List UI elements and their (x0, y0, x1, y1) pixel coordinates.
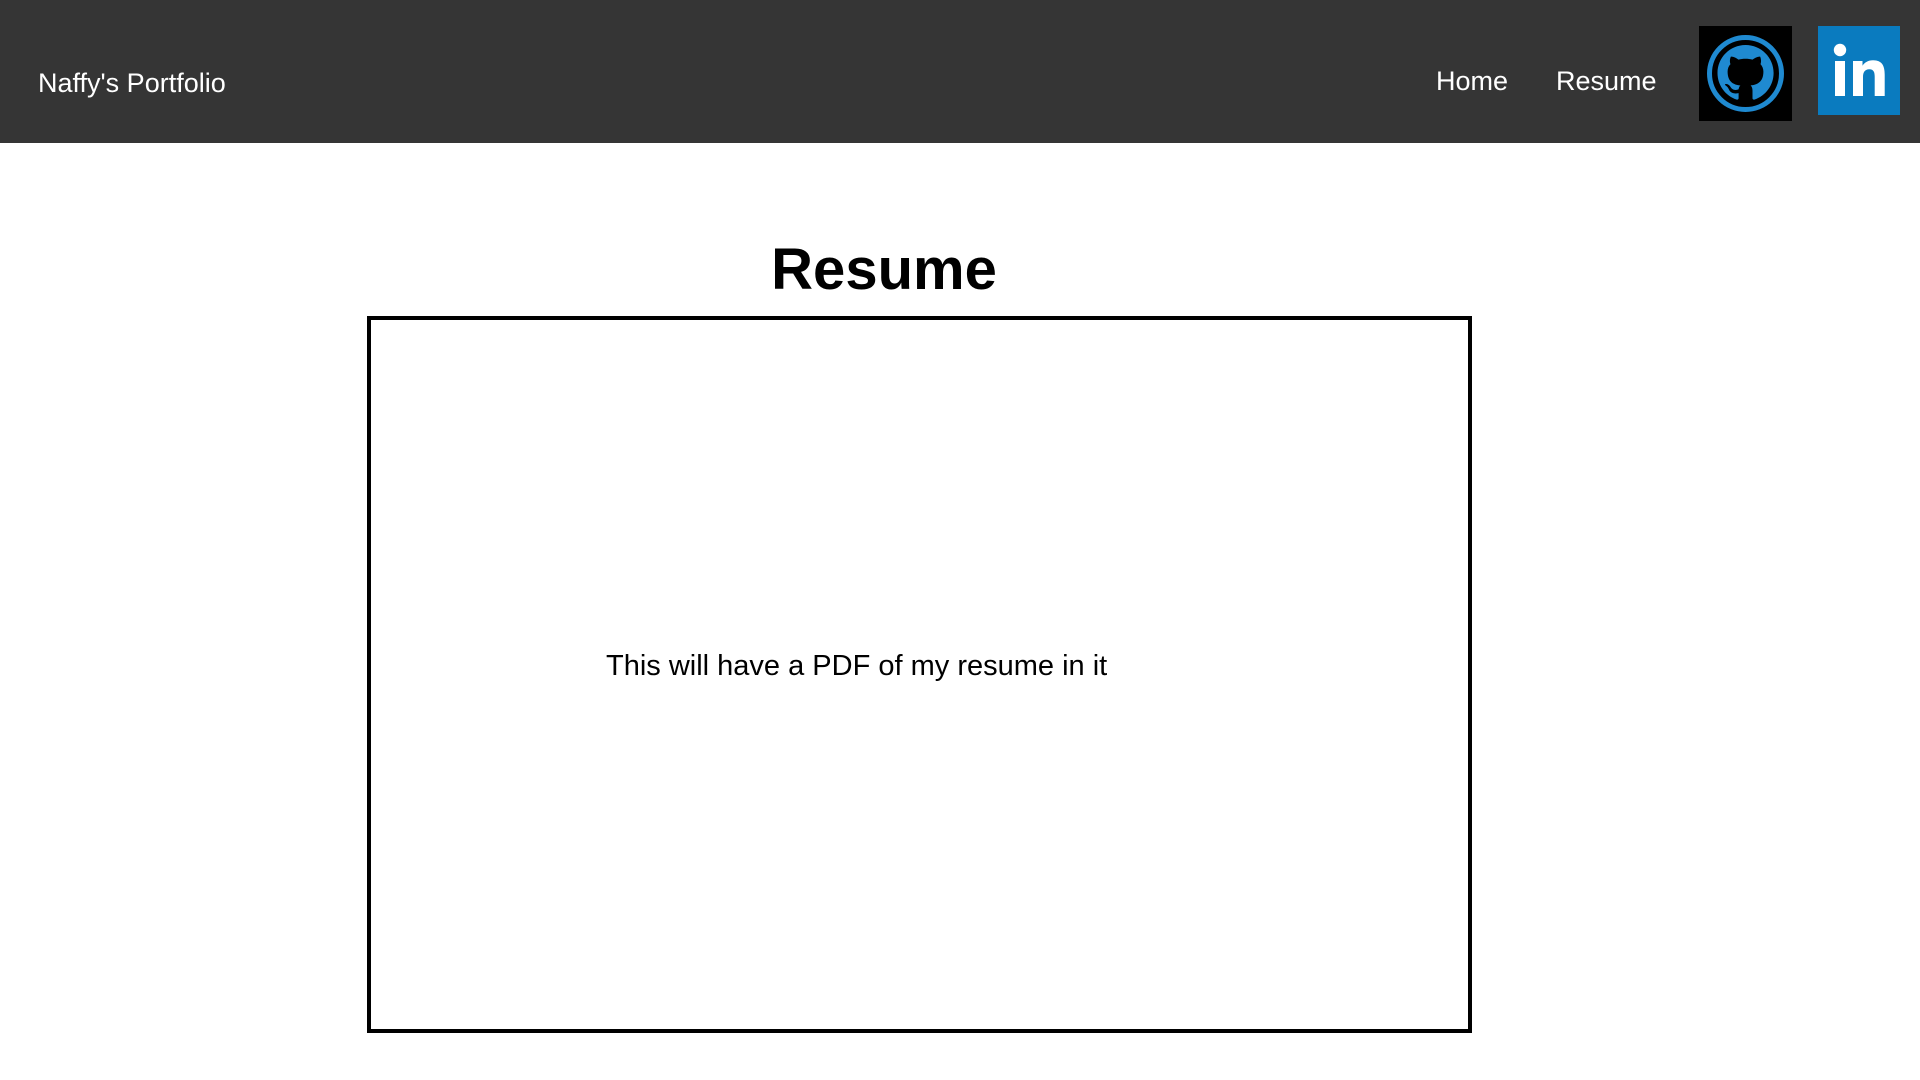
resume-pdf-container: This will have a PDF of my resume in it (367, 316, 1472, 1033)
page-title: Resume (771, 237, 997, 302)
github-icon (1699, 26, 1792, 121)
brand-link[interactable]: Naffy's Portfolio (38, 68, 226, 99)
resume-placeholder-text: This will have a PDF of my resume in it (606, 650, 1108, 682)
linkedin-icon (1818, 26, 1900, 115)
nav-link-home[interactable]: Home (1436, 66, 1508, 97)
nav-link-resume[interactable]: Resume (1556, 66, 1657, 97)
github-link[interactable] (1699, 26, 1792, 121)
linkedin-link[interactable] (1818, 26, 1900, 115)
navbar: Naffy's Portfolio Home Resume (0, 0, 1920, 143)
